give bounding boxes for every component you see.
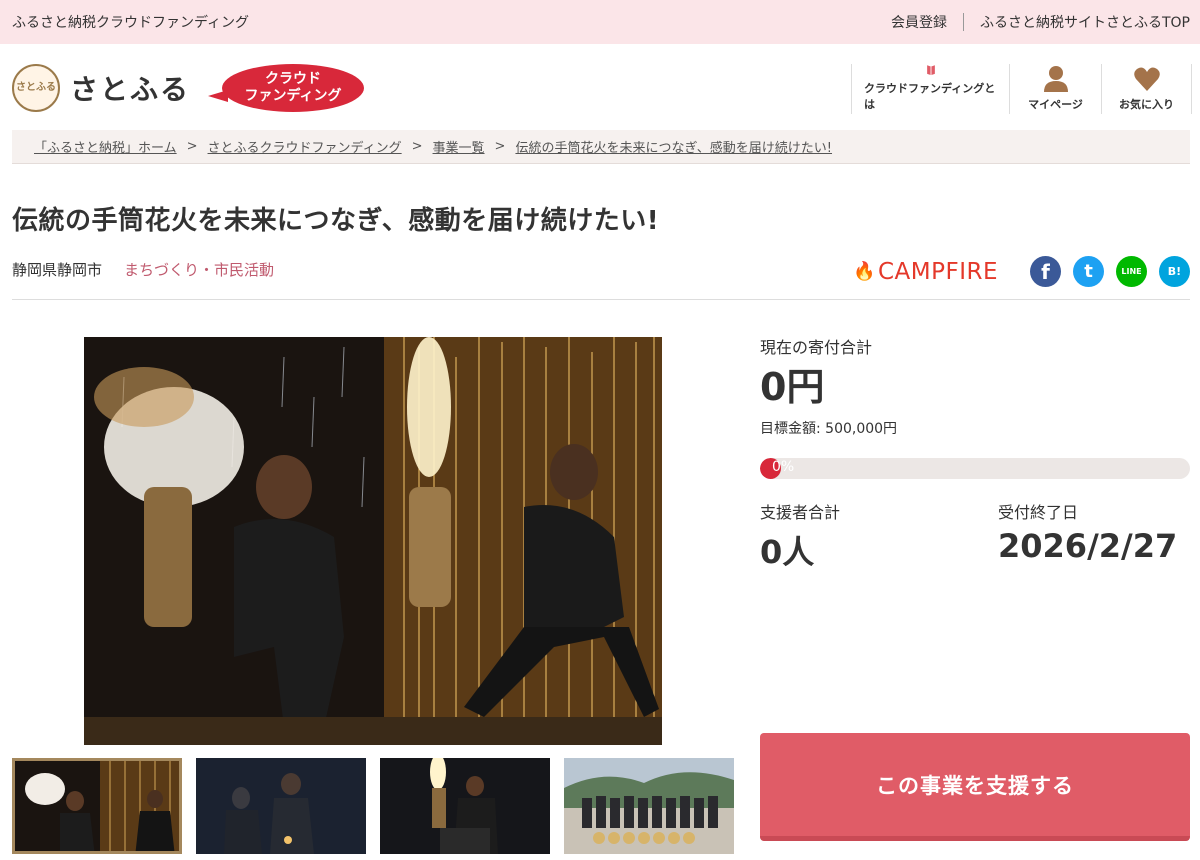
- twitter-glyph: t: [1084, 261, 1093, 282]
- badge-line1: クラウド: [265, 71, 321, 87]
- deadline-label: 受付終了日: [998, 503, 1079, 522]
- nav-favorites[interactable]: お気に入り: [1101, 64, 1192, 114]
- support-project-button[interactable]: この事業を支援する: [760, 733, 1190, 841]
- line-icon[interactable]: LINE: [1116, 256, 1147, 287]
- breadcrumb-crowdfunding[interactable]: さとふるクラウドファンディング: [208, 137, 402, 156]
- twitter-icon[interactable]: t: [1073, 256, 1104, 287]
- site-logo[interactable]: さとふる さとふる: [12, 64, 190, 112]
- thumbnail-4[interactable]: [564, 758, 734, 854]
- breadcrumb-home[interactable]: 「ふるさと納税」ホーム: [34, 137, 177, 156]
- supporters-value: 0人: [760, 533, 815, 571]
- satofull-top-link[interactable]: ふるさと納税サイトさとふるTOP: [980, 12, 1190, 32]
- divider: [962, 13, 964, 31]
- nav-label: お気に入り: [1119, 98, 1174, 111]
- breadcrumb-separator: >: [411, 139, 423, 154]
- logo-text: さとふる: [70, 73, 191, 106]
- site-header: さとふる さとふる クラウド ファンディング クラウドファンディングとは マイペ…: [0, 44, 1200, 130]
- main-photo: [84, 337, 662, 745]
- nav-label: マイページ: [1028, 98, 1083, 111]
- logo-mark-text: さとふる: [16, 82, 56, 93]
- supporters-label: 支援者合計: [760, 503, 841, 522]
- project-meta: 静岡県静岡市 まちづくり・市民活動: [12, 259, 274, 280]
- breadcrumb: 「ふるさと納税」ホーム > さとふるクラウドファンディング > 事業一覧 > 伝…: [12, 130, 1190, 164]
- badge-line2: ファンディング: [244, 88, 342, 104]
- flame-icon: 🔥: [853, 261, 876, 282]
- breadcrumb-separator: >: [494, 139, 506, 154]
- book-icon: [926, 65, 935, 76]
- hatena-glyph: B!: [1167, 265, 1182, 278]
- register-link[interactable]: 会員登録: [891, 12, 947, 32]
- share-bar: 🔥 CAMPFIRE f t LINE B!: [853, 256, 1190, 287]
- nav-about-crowdfunding[interactable]: クラウドファンディングとは: [851, 64, 1009, 114]
- hatena-icon[interactable]: B!: [1159, 256, 1190, 287]
- nav-label: クラウドファンディングとは: [864, 82, 996, 111]
- line-glyph: LINE: [1121, 267, 1142, 276]
- deadline-value: 2026/2/27: [998, 527, 1178, 565]
- progress-percent: 0%: [772, 459, 795, 475]
- campfire-logo[interactable]: 🔥 CAMPFIRE: [853, 259, 998, 285]
- user-icon: [1043, 66, 1068, 92]
- header-nav: クラウドファンディングとは マイページ お気に入り: [851, 64, 1192, 114]
- total-donation-label: 現在の寄付合計: [760, 338, 873, 357]
- prefecture-label: 静岡県静岡市: [12, 261, 103, 279]
- heart-icon: [1133, 67, 1160, 91]
- goal-amount: 目標金額: 500,000円: [760, 421, 898, 437]
- campfire-text: CAMPFIRE: [877, 258, 998, 285]
- top-bar: ふるさと納税クラウドファンディング 会員登録 ふるさと納税サイトさとふるTOP: [0, 0, 1200, 44]
- crowdfunding-badge[interactable]: クラウド ファンディング: [208, 64, 364, 112]
- thumbnail-1[interactable]: [12, 758, 182, 854]
- top-links: 会員登録 ふるさと納税サイトさとふるTOP: [891, 12, 1190, 32]
- thumbnail-strip: [12, 758, 748, 854]
- breadcrumb-current[interactable]: 伝統の手筒花火を未来につなぎ、感動を届け続けたい!: [515, 137, 832, 156]
- page-title: 伝統の手筒花火を未来につなぎ、感動を届け続けたい!: [12, 206, 660, 236]
- thumbnail-2[interactable]: [196, 758, 366, 854]
- facebook-icon[interactable]: f: [1030, 256, 1061, 287]
- total-donation-value: 0円: [760, 365, 825, 409]
- funding-progress-bar: 0%: [760, 458, 1190, 479]
- breadcrumb-project-list[interactable]: 事業一覧: [433, 137, 485, 156]
- nav-mypage[interactable]: マイページ: [1009, 64, 1101, 114]
- site-label: ふるさと納税クラウドファンディング: [12, 15, 250, 31]
- section-divider: [12, 299, 1190, 300]
- breadcrumb-separator: >: [186, 139, 198, 154]
- badge-bubble: クラウド ファンディング: [222, 64, 364, 112]
- logo-mark-icon: さとふる: [12, 64, 60, 112]
- facebook-glyph: f: [1041, 259, 1050, 284]
- category-link[interactable]: まちづくり・市民活動: [124, 259, 274, 280]
- thumbnail-3[interactable]: [380, 758, 550, 854]
